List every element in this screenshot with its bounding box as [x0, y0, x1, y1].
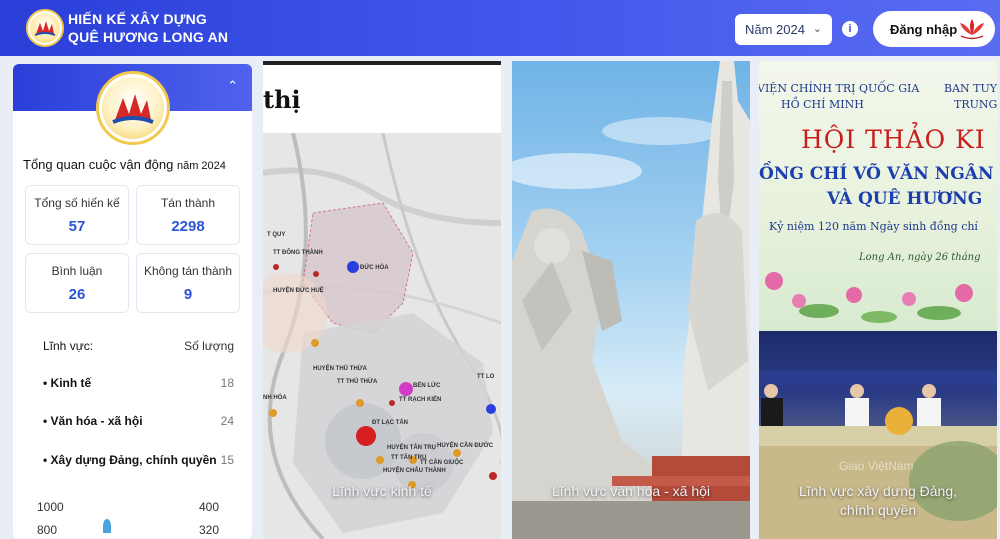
banner-caption: Kỷ niệm 120 năm Ngày sinh đồng chí [769, 220, 978, 233]
stat-label: Tổng số hiến kế [34, 196, 120, 210]
map-title-word: thị [263, 85, 301, 114]
brand-title[interactable]: HIẾN KẾ XÂY DỰNG QUÊ HƯƠNG LONG AN [68, 10, 228, 46]
brand-line-1: HIẾN KẾ XÂY DỰNG [68, 11, 208, 27]
stat-label: Không tán thành [143, 264, 233, 278]
map-label: TT CẦN GIUỘC [420, 460, 464, 466]
card-label-line-2: chính quyền [839, 502, 917, 518]
year-select-value: Năm 2024 [745, 22, 805, 37]
chart-axis-left-tick: 800 [37, 523, 58, 537]
province-map-image: T QUY TT ĐÔNG THÀNH ĐỨC HÒA HUYỆN ĐỨC HU… [263, 132, 501, 539]
chart-axis-right-tick: 400 [199, 500, 220, 514]
card-label: Lĩnh vực kinh tế [332, 483, 432, 499]
year-select[interactable]: Năm 2024 ⌄ [735, 14, 832, 45]
field-header: Lĩnh vực: [43, 339, 94, 353]
monument-photo [512, 61, 750, 539]
chart-axis-left-tick: 1000 [37, 500, 64, 514]
field-count: 18 [220, 376, 234, 390]
stat-card-disapprove: Không tán thành 9 [136, 253, 240, 313]
card-label: Lĩnh vực xây dựng Đảng, chính quyền [759, 482, 997, 520]
overview-year: năm 2024 [176, 160, 226, 172]
stat-card-approve: Tán thành 2298 [136, 185, 240, 245]
banner-subtitle: ỒNG CHÍ VÕ VĂN NGÂN VỚI [759, 164, 997, 184]
stat-label: Bình luận [51, 264, 103, 278]
map-label: NH HÓA [263, 395, 287, 401]
overview-sidebar: ⌃ Tổng quan cuộc vận động năm 2024 Tổng … [13, 64, 252, 539]
chart-bar [103, 519, 111, 533]
map-label: ĐỨC HÒA [360, 265, 389, 271]
lotus-decoration [765, 272, 973, 323]
chevron-up-icon[interactable]: ⌃ [227, 78, 238, 94]
chevron-down-icon: ⌄ [812, 23, 822, 35]
map-label: TT RẠCH KIẾN [399, 397, 442, 403]
category-card-party-government[interactable]: VIỆN CHÍNH TRỊ QUỐC GIA HỒ CHÍ MINH BAN … [759, 61, 997, 539]
info-icon[interactable]: i [842, 21, 858, 37]
sidebar-logo [96, 71, 170, 145]
card-label: Lĩnh vực văn hóa - xã hội [551, 483, 711, 499]
count-header: Số lượng [184, 339, 234, 353]
login-button[interactable]: Đăng nhập [873, 11, 995, 47]
field-count: 24 [220, 414, 234, 428]
stat-label: Tán thành [160, 196, 216, 210]
login-label: Đăng nhập [890, 21, 958, 37]
map-label: TT ĐÔNG THÀNH [273, 250, 323, 256]
overview-title-text: Tổng quan cuộc vận động [23, 157, 174, 172]
banner-text: HỒ CHÍ MINH [781, 98, 864, 111]
conference-banner: VIỆN CHÍNH TRỊ QUỐC GIA HỒ CHÍ MINH BAN … [759, 61, 997, 331]
banner-text: BAN TUY [944, 82, 997, 95]
banner-title: HỘI THẢO KI [801, 125, 986, 154]
logo-emblem-icon [30, 13, 60, 43]
site-logo[interactable] [26, 9, 64, 47]
category-card-economy[interactable]: thị T QUY TT ĐÔNG THÀNH ĐỨC HÒA HUYỆN ĐỨ… [263, 61, 501, 539]
category-card-culture-society[interactable]: Lĩnh vực văn hóa - xã hội [512, 61, 750, 539]
map-label: TT THỦ THỪA [337, 379, 378, 385]
stat-value: 57 [68, 218, 86, 235]
stat-value: 2298 [171, 218, 205, 235]
map-label: ĐT LẠC TẤN [372, 420, 408, 426]
card-label-line-1: Lĩnh vực xây dựng Đảng, [798, 483, 958, 499]
banner-text: VIỆN CHÍNH TRỊ QUỐC GIA [759, 82, 920, 95]
banner-text: TRUNG [954, 98, 997, 111]
emblem-icon [102, 77, 164, 139]
map-label: HUYỆN TÂN TRỤ [387, 445, 436, 451]
map-label: HUYỆN THỦ THỪA [313, 366, 367, 372]
watermark-text: Giao ViệtNam [839, 459, 914, 473]
field-item-culture-society[interactable]: • Văn hóa - xã hội [43, 414, 143, 428]
map-label: T QUY [267, 232, 286, 238]
stat-value: 9 [183, 286, 193, 303]
brand-line-2: QUÊ HƯƠNG LONG AN [68, 29, 229, 45]
overview-title: Tổng quan cuộc vận động năm 2024 [23, 157, 226, 172]
field-count: 15 [220, 453, 234, 467]
top-header: HIẾN KẾ XÂY DỰNG QUÊ HƯƠNG LONG AN Năm 2… [0, 0, 1000, 56]
map-label: HUYỆN ĐỨC HUỆ [273, 288, 324, 294]
map-label: BẾN LỨC [413, 383, 441, 389]
stat-value: 26 [68, 286, 86, 303]
map-label: HUYỆN CẦN ĐƯỚC [437, 443, 494, 449]
stat-card-comments: Bình luận 26 [25, 253, 129, 313]
map-label: HUYỆN CHÂU THÀNH [383, 468, 446, 474]
banner-subtitle: VÀ QUÊ HƯƠNG [827, 189, 983, 209]
field-item-economy[interactable]: • Kinh tế [43, 376, 91, 390]
map-graphic [263, 132, 501, 539]
chart-axis-right-tick: 320 [199, 523, 220, 537]
map-label: TT LO [477, 374, 495, 380]
lotus-icon [960, 19, 984, 40]
map-title-strip: thị [263, 65, 501, 133]
stat-card-total-ideas: Tổng số hiến kế 57 [25, 185, 129, 245]
field-item-party-government[interactable]: • Xây dựng Đảng, chính quyền [43, 453, 217, 467]
